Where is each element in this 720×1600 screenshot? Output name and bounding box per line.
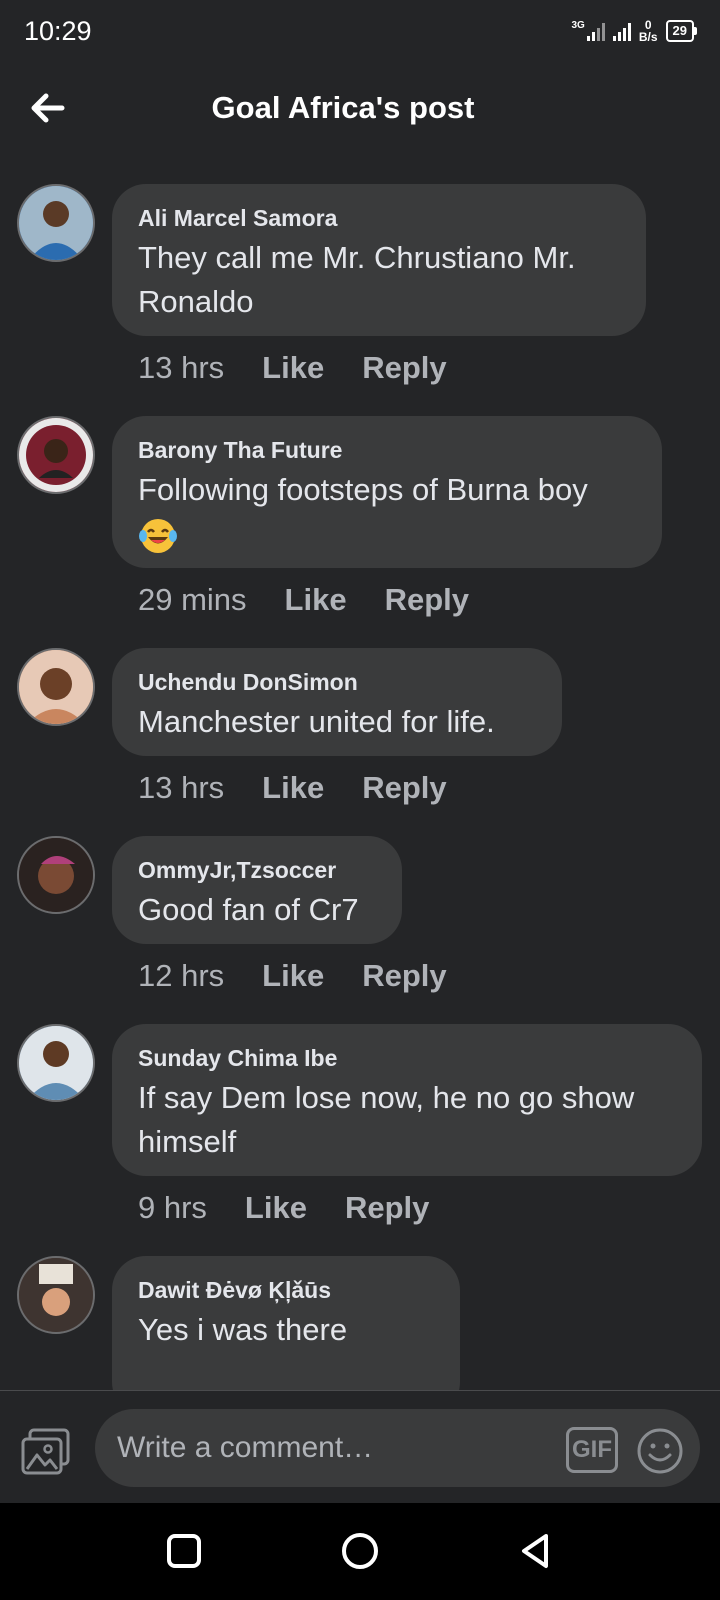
comment-text: They call me Mr. Chrustiano Mr. Ronaldo (138, 240, 576, 319)
comment-actions: 9 hrs Like Reply (138, 1190, 467, 1226)
comment-time[interactable]: 13 hrs (138, 350, 224, 386)
commenter-name[interactable]: Uchendu DonSimon (138, 668, 536, 696)
comment-text: Good fan of Cr7 (138, 892, 359, 927)
reply-button[interactable]: Reply (345, 1190, 429, 1226)
avatar[interactable] (17, 184, 95, 262)
commenter-name[interactable]: OmmyJr,Tzsoccer (138, 856, 376, 884)
speed-unit: B/s (638, 30, 658, 44)
comment-bubble[interactable]: Dawit Ðėvø Ķļǎūs Yes i was there (112, 1256, 460, 1390)
home-button[interactable] (340, 1531, 380, 1571)
comment-bubble[interactable]: Barony Tha Future Following footsteps of… (112, 416, 662, 568)
avatar[interactable] (17, 1024, 95, 1102)
back-nav-button[interactable] (516, 1531, 556, 1571)
comment-actions: 12 hrs Like Reply (138, 958, 485, 994)
comment-text: Following footsteps of Burna boy (138, 472, 588, 507)
add-photo-button[interactable] (20, 1427, 72, 1477)
status-icons: 3G 0 B/s 29 (572, 14, 698, 48)
comment-composer: GIF (0, 1390, 720, 1504)
reply-button[interactable]: Reply (385, 582, 469, 618)
like-button[interactable]: Like (285, 582, 347, 618)
header: Goal Africa's post (0, 64, 720, 154)
smiley-icon (637, 1428, 683, 1474)
emoji-button[interactable] (636, 1427, 684, 1475)
comment-time[interactable]: 12 hrs (138, 958, 224, 994)
comment-text: If say Dem lose now, he no go show himse… (138, 1080, 635, 1159)
comment-actions: 13 hrs Like Reply (138, 350, 485, 386)
battery-icon: 29 (665, 20, 698, 42)
network-speed: 0 B/s (639, 19, 658, 43)
reply-button[interactable]: Reply (362, 350, 446, 386)
like-button[interactable]: Like (262, 350, 324, 386)
network-type-label: 3G (571, 20, 585, 31)
comments-list[interactable]: Ali Marcel Samora They call me Mr. Chrus… (0, 160, 720, 1390)
signal-strength-icon (612, 21, 631, 41)
comment-bubble[interactable]: Uchendu DonSimon Manchester united for l… (112, 648, 562, 756)
like-button[interactable]: Like (262, 958, 324, 994)
like-button[interactable]: Like (262, 770, 324, 806)
square-icon (167, 1534, 201, 1568)
tears-of-joy-emoji (139, 518, 177, 553)
comment-time[interactable]: 29 mins (138, 582, 247, 618)
commenter-name[interactable]: Barony Tha Future (138, 436, 636, 464)
gif-button[interactable]: GIF (566, 1427, 618, 1473)
like-button[interactable]: Like (245, 1190, 307, 1226)
avatar[interactable] (17, 836, 95, 914)
status-time: 10:29 (24, 16, 92, 46)
comment-text: Manchester united for life. (138, 704, 495, 739)
system-nav-bar (0, 1503, 720, 1600)
avatar[interactable] (17, 648, 95, 726)
commenter-name[interactable]: Dawit Ðėvø Ķļǎūs (138, 1276, 434, 1304)
commenter-name[interactable]: Sunday Chima Ibe (138, 1044, 676, 1072)
comment-bubble[interactable]: Ali Marcel Samora They call me Mr. Chrus… (112, 184, 646, 336)
comment-actions: 13 hrs Like Reply (138, 770, 485, 806)
comment-time[interactable]: 9 hrs (138, 1190, 207, 1226)
mobile-signal-icon: 3G (572, 21, 605, 41)
comment-text: Yes i was there (138, 1312, 348, 1347)
commenter-name[interactable]: Ali Marcel Samora (138, 204, 620, 232)
recents-button[interactable] (164, 1531, 204, 1571)
circle-icon (342, 1533, 378, 1569)
reply-button[interactable]: Reply (362, 770, 446, 806)
battery-level: 29 (672, 23, 687, 38)
status-bar: 10:29 3G 0 B/s 29 (0, 0, 720, 64)
comment-bubble[interactable]: OmmyJr,Tzsoccer Good fan of Cr7 (112, 836, 402, 944)
comment-actions: 29 mins Like Reply (138, 582, 507, 618)
reply-button[interactable]: Reply (362, 958, 446, 994)
triangle-back-icon (522, 1534, 548, 1568)
page-title: Goal Africa's post (211, 90, 475, 125)
comment-time[interactable]: 13 hrs (138, 770, 224, 806)
comment-bubble[interactable]: Sunday Chima Ibe If say Dem lose now, he… (112, 1024, 702, 1176)
comment-text-wrap: Following footsteps of Burna boy (138, 468, 636, 556)
avatar[interactable] (17, 1256, 95, 1334)
avatar[interactable] (17, 416, 95, 494)
photo-icon (21, 1428, 70, 1475)
